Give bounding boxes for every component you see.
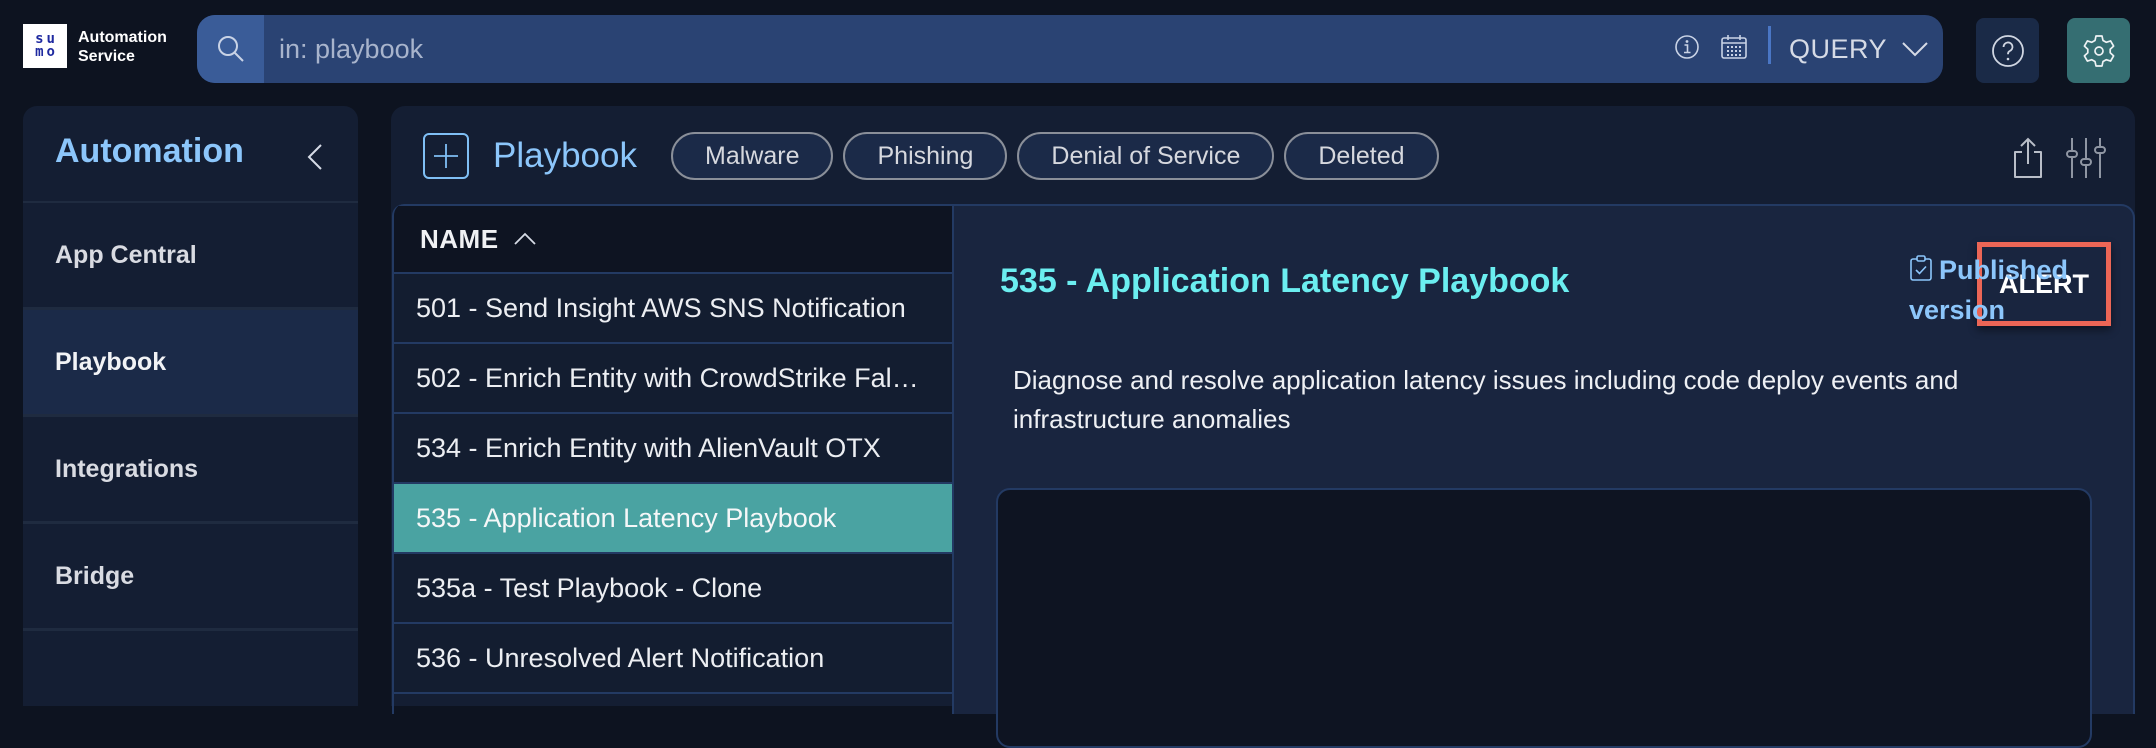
list-item-label: 535 - Application Latency Playbook	[416, 502, 837, 533]
sidebar-item-app-central[interactable]: App Central	[23, 203, 358, 310]
collapse-sidebar-icon[interactable]	[305, 142, 325, 172]
list-item[interactable]: 536 - Unresolved Alert Notification	[394, 624, 952, 694]
list-item-label: 501 - Send Insight AWS SNS Notification	[416, 292, 906, 323]
page-title: Playbook	[493, 136, 637, 175]
filter-chip-denial-of-service[interactable]: Denial of Service	[1017, 132, 1275, 180]
filter-sliders-icon[interactable]	[2065, 136, 2107, 180]
filter-chip-malware[interactable]: Malware	[671, 132, 834, 180]
list-item-label: 536 - Unresolved Alert Notification	[416, 642, 825, 673]
playbook-list: NAME 501 - Send Insight AWS SNS Notifica…	[392, 204, 952, 714]
playbook-detail: 535 - Application Latency Playbook ALERT…	[952, 204, 2135, 748]
query-mode-dropdown[interactable]: QUERY	[1789, 15, 1939, 83]
filter-chips: Malware Phishing Denial of Service Delet…	[671, 132, 1439, 180]
calendar-icon[interactable]	[1720, 33, 1748, 61]
sidebar-item-integrations[interactable]: Integrations	[23, 417, 358, 524]
query-mode-label: QUERY	[1789, 33, 1888, 64]
playbook-description: Diagnose and resolve application latency…	[1013, 365, 1959, 434]
list-item[interactable]: 501 - Send Insight AWS SNS Notification	[394, 274, 952, 344]
sort-ascending-icon	[513, 232, 536, 245]
filter-chip-phishing[interactable]: Phishing	[843, 132, 1008, 180]
list-item-selected[interactable]: 535 - Application Latency Playbook	[394, 484, 952, 554]
playbook-panel: Playbook Malware Phishing Denial of Serv…	[391, 106, 2135, 748]
sidebar-item-label: Bridge	[55, 561, 135, 590]
sidebar-item-playbook[interactable]: Playbook	[23, 310, 358, 417]
list-item[interactable]: 502 - Enrich Entity with CrowdStrike Fal…	[394, 344, 952, 414]
list-item-label: 534 - Enrich Entity with AlienVault OTX	[416, 432, 881, 463]
sidebar-item-bridge[interactable]: Bridge	[23, 524, 358, 631]
search-icon	[217, 36, 244, 62]
app-name: Automation Service	[78, 28, 167, 66]
help-button[interactable]	[1976, 18, 2039, 83]
search-input[interactable]	[279, 15, 1579, 83]
help-icon	[1991, 34, 2024, 67]
sidebar-item-label: App Central	[55, 240, 197, 269]
sidebar-item-label: Integrations	[55, 454, 199, 483]
global-search-bar: QUERY	[197, 15, 1943, 83]
filter-chip-deleted[interactable]: Deleted	[1284, 132, 1439, 180]
name-column-header[interactable]: NAME	[394, 204, 952, 274]
export-icon[interactable]	[2011, 136, 2045, 180]
sidebar-item-label: Playbook	[55, 347, 167, 376]
sumo-logo[interactable]: su mo	[23, 24, 67, 68]
sidebar-title: Automation	[55, 132, 244, 170]
search-divider	[1768, 26, 1771, 64]
logo-text-bottom: mo	[35, 44, 58, 60]
chevron-down-icon	[1902, 42, 1928, 57]
sidebar: Automation App Central Playbook Integrat…	[23, 106, 358, 706]
list-item[interactable]: 534 - Enrich Entity with AlienVault OTX	[394, 414, 952, 484]
app-name-line1: Automation	[78, 29, 167, 46]
playbook-canvas[interactable]	[996, 488, 2092, 748]
published-version-link[interactable]: Published version	[1909, 250, 2109, 330]
info-icon[interactable]	[1674, 33, 1700, 61]
add-playbook-button[interactable]	[423, 133, 469, 179]
list-item-label: 502 - Enrich Entity with CrowdStrike Fal…	[416, 362, 926, 393]
add-icon	[434, 144, 458, 168]
list-item-label: 535a - Test Playbook - Clone	[416, 572, 763, 603]
playbook-title: 535 - Application Latency Playbook	[1000, 262, 1570, 300]
settings-button[interactable]	[2067, 18, 2130, 83]
app-name-line2: Service	[78, 48, 135, 65]
search-button[interactable]	[197, 15, 264, 83]
clipboard-check-icon	[1910, 255, 1932, 281]
gear-icon	[2083, 34, 2114, 67]
column-header-label: NAME	[420, 223, 499, 254]
list-item[interactable]: 535a - Test Playbook - Clone	[394, 554, 952, 624]
sidebar-header: Automation	[23, 106, 358, 203]
